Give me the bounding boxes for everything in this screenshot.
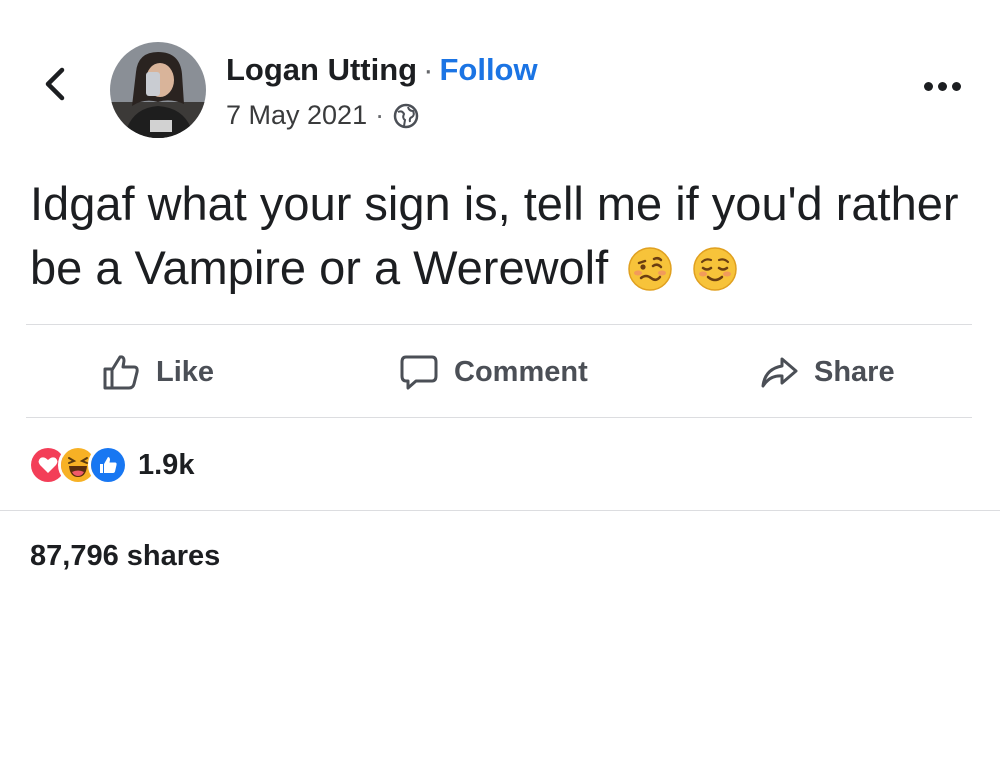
globe-icon	[392, 102, 420, 130]
post-body: Idgaf what your sign is, tell me if you'…	[30, 177, 959, 294]
more-options-icon[interactable]	[918, 74, 966, 98]
share-label: Share	[814, 355, 895, 388]
divider-middle	[26, 417, 972, 418]
comment-icon	[400, 355, 438, 390]
divider-bottom	[0, 510, 1000, 511]
chevron-left-icon	[45, 67, 65, 101]
post-date[interactable]: 7 May 2021	[226, 100, 367, 131]
back-button[interactable]	[36, 64, 76, 104]
follow-button[interactable]: Follow	[439, 52, 537, 87]
reactions-summary[interactable]: 1.9k	[28, 443, 194, 487]
author-name[interactable]: Logan Utting	[226, 52, 417, 87]
profile-photo	[110, 42, 206, 138]
avatar[interactable]	[110, 42, 206, 138]
relieved-face-icon	[692, 244, 738, 291]
post-text: Idgaf what your sign is, tell me if you'…	[30, 172, 980, 300]
comment-label: Comment	[454, 355, 588, 388]
separator: ·	[423, 52, 434, 87]
like-button[interactable]: Like	[100, 342, 214, 402]
shares-count[interactable]: 87,796 shares	[30, 540, 220, 573]
divider-top	[26, 324, 972, 325]
share-arrow-icon	[761, 357, 798, 388]
author-line: Logan Utting · Follow	[226, 52, 538, 88]
share-button[interactable]: Share	[758, 342, 895, 402]
like-reaction-icon	[88, 445, 128, 485]
comment-button[interactable]: Comment	[398, 342, 588, 402]
post-meta: 7 May 2021 ·	[226, 100, 420, 131]
reaction-count: 1.9k	[138, 448, 195, 481]
meta-separator: ·	[375, 100, 385, 130]
thumbs-up-icon	[103, 355, 139, 390]
woozy-face-icon	[627, 244, 673, 291]
like-label: Like	[156, 355, 215, 388]
